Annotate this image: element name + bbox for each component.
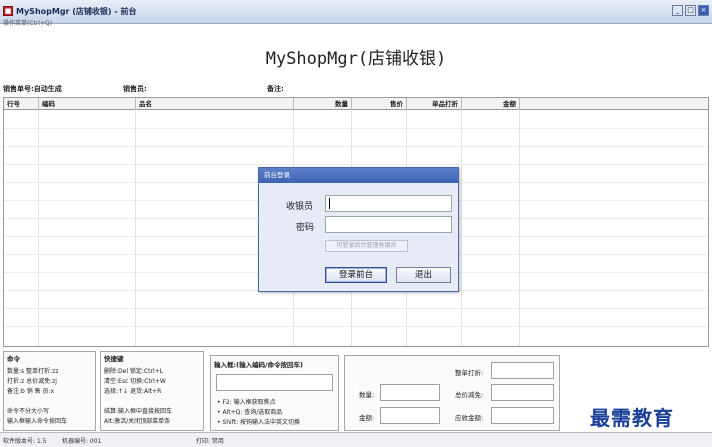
commands-line: 打折:z 总价减免:zj: [7, 378, 57, 385]
close-button[interactable]: ×: [698, 5, 709, 16]
commands-panel-title: 命令: [7, 355, 20, 363]
login-dialog-title: 前台登录: [259, 168, 458, 183]
shortcut-line: Alt:激活/关闭顶部菜单条: [104, 418, 171, 425]
shortcut-line: 删除:Del 锁定:Ctrl+L: [104, 368, 163, 375]
column-header-qty[interactable]: 数量: [294, 98, 352, 110]
input-panel: 输入框:(输入编码/命令按回车) • F2: 输入框获取焦点 • Alt+Q: …: [210, 355, 339, 431]
price-reduction-label: 总价减免:: [455, 391, 484, 399]
title-bar: ■ MyShopMgr (店铺收银) - 前台 操作菜单(Ctrl+Q) _ □…: [0, 0, 712, 27]
text-caret: [329, 198, 330, 209]
receivable-amount-label: 应收金额:: [455, 414, 484, 422]
version-status: 软件版本号: 1.5: [3, 438, 47, 445]
login-dialog: 前台登录 收银员 密码 可登录后台管理收银员 登录前台 退出: [258, 167, 459, 292]
app-icon: ■: [3, 6, 13, 16]
order-discount-label: 整单打折:: [455, 369, 484, 377]
commands-line: 命令不分大小写: [7, 408, 50, 415]
receivable-amount-field: [491, 407, 554, 424]
status-bar: 软件版本号: 1.5 机器编号: 001 打印: 禁用: [0, 432, 712, 447]
price-reduction-field: [491, 384, 554, 401]
order-number-label: 销售单号:自动生成: [3, 85, 62, 93]
input-tip: • F2: 输入框获取焦点: [217, 399, 276, 406]
maximize-button[interactable]: □: [685, 5, 696, 16]
shortcut-line: 选择:↑↓ 退货:Alt+R: [104, 388, 162, 395]
qty-total-label: 数量:: [359, 391, 375, 399]
backend-login-hint-button[interactable]: 可登录后台管理收银员: [325, 240, 408, 252]
commands-panel: 命令 数量:s 整单打折:zz 打折:z 总价减免:zj 备注:b 销 售 员:…: [3, 351, 96, 431]
command-input[interactable]: [216, 374, 333, 391]
commands-line: 备注:b 销 售 员:x: [7, 388, 55, 395]
app-title: MyShopMgr(店铺收银): [265, 49, 447, 69]
input-tip: • Shift: 按钩输入法中英文切换: [217, 419, 301, 426]
cashier-input[interactable]: [325, 195, 452, 212]
order-discount-field: [491, 362, 554, 379]
shortcuts-panel-title: 快捷键: [104, 355, 124, 363]
shortcut-line: 结算:输入框中直接按回车: [104, 408, 173, 415]
window-title: MyShopMgr (店铺收银) - 前台: [16, 7, 137, 16]
qty-total-field: [380, 384, 440, 401]
remarks-label: 备注:: [267, 85, 284, 93]
commands-line: 数量:s 整单打折:zz: [7, 368, 59, 375]
column-header-item-discount[interactable]: 单品打折: [407, 98, 462, 110]
commands-line: 输入框输入命令按回车: [7, 418, 68, 425]
salesperson-label: 销售员:: [123, 85, 147, 93]
column-header-row-no[interactable]: 行号: [4, 98, 39, 110]
print-status: 打印: 禁用: [196, 438, 224, 445]
totals-panel: 数量: 金额: 整单打折: 总价减免: 应收金额:: [344, 355, 560, 431]
grid-header: 行号 编码 品名 数量 售价 单品打折 金额: [4, 98, 708, 110]
column-header-amount[interactable]: 金额: [462, 98, 520, 110]
amount-total-field: [380, 407, 440, 424]
column-header-code[interactable]: 编码: [39, 98, 136, 110]
exit-button[interactable]: 退出: [396, 267, 451, 283]
cashier-label: 收银员: [286, 202, 314, 212]
input-panel-title: 输入框:(输入编码/命令按回车): [214, 361, 303, 369]
input-tip: • Alt+Q: 查询/选取商品: [217, 409, 283, 416]
password-label: 密码: [296, 223, 315, 233]
password-input[interactable]: [325, 216, 452, 233]
column-header-price[interactable]: 售价: [352, 98, 407, 110]
menu-hint[interactable]: 操作菜单(Ctrl+Q): [3, 18, 52, 27]
watermark-text: 最需教育: [590, 406, 674, 430]
shortcuts-panel: 快捷键 删除:Del 锁定:Ctrl+L 清空:Esc 切换:Ctrl+W 选择…: [100, 351, 204, 431]
shortcut-line: 清空:Esc 切换:Ctrl+W: [104, 378, 166, 385]
order-info-row: 销售单号:自动生成 销售员: 备注:: [0, 84, 712, 96]
machine-status: 机器编号: 001: [62, 438, 102, 445]
login-button[interactable]: 登录前台: [325, 267, 387, 283]
minimize-button[interactable]: _: [672, 5, 683, 16]
amount-total-label: 金额:: [359, 414, 375, 422]
column-header-name[interactable]: 品名: [136, 98, 294, 110]
